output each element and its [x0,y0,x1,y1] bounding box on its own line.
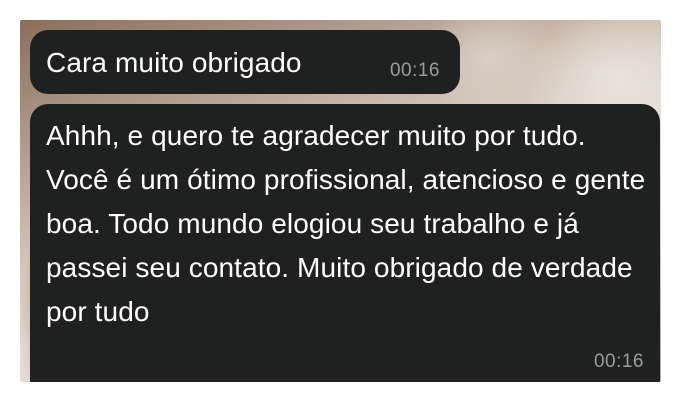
chat-screenshot: Cara muito obrigado 00:16 Ahhh, e quero … [20,20,661,382]
message-text: Ahhh, e quero te agradecer muito por tud… [46,120,646,327]
message-bubble[interactable]: Cara muito obrigado 00:16 [30,30,460,94]
message-text: Cara muito obrigado [46,47,302,78]
message-timestamp: 00:16 [593,351,644,372]
message-timestamp: 00:16 [389,60,440,81]
message-bubble[interactable]: Ahhh, e quero te agradecer muito por tud… [30,104,660,382]
